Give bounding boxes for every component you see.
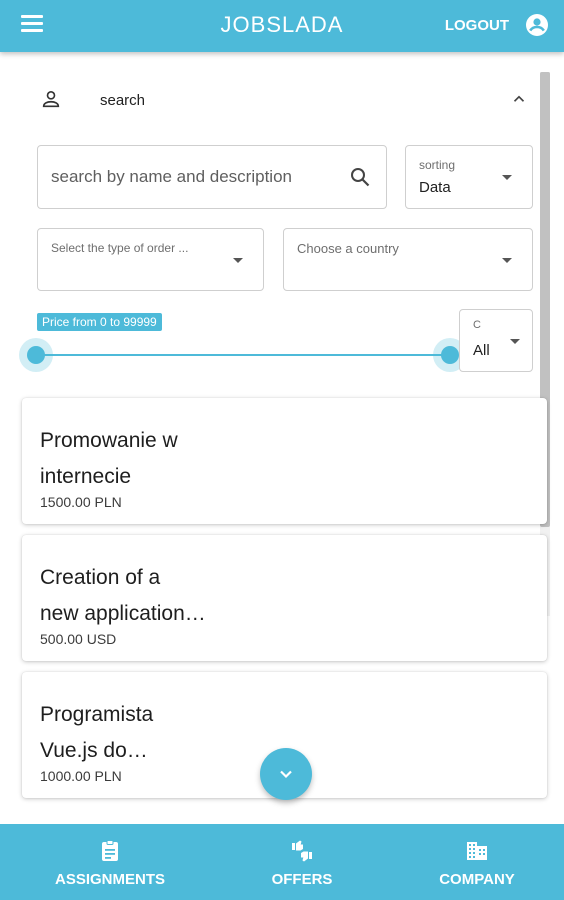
logout-button[interactable]: LOGOUT	[445, 17, 509, 34]
sorting-select[interactable]: sorting Data	[405, 145, 533, 209]
offer-title: Promowanie w internecie	[40, 429, 178, 488]
price-range-label: Price from 0 to 99999	[37, 313, 162, 331]
bottom-navigation: ASSIGNMENTS OFFERS COMPANY	[0, 824, 564, 900]
price-min-handle[interactable]	[19, 338, 53, 372]
dropdown-arrow-icon	[502, 175, 512, 180]
country-select[interactable]: Choose a country	[283, 228, 533, 291]
offer-price: 500.00 USD	[40, 631, 117, 647]
currency-label: C	[473, 319, 481, 331]
price-range-slider[interactable]	[37, 354, 449, 356]
order-type-placeholder: Select the type of order ...	[51, 241, 189, 255]
order-type-select[interactable]: Select the type of order ...	[37, 228, 264, 291]
offer-card[interactable]: Promowanie w internecie 1500.00 PLN	[22, 398, 547, 524]
account-circle-icon[interactable]	[525, 13, 549, 37]
chevron-up-icon[interactable]	[510, 90, 528, 108]
nav-offers[interactable]: OFFERS	[232, 824, 372, 900]
search-icon[interactable]	[348, 165, 372, 189]
country-placeholder: Choose a country	[297, 241, 399, 256]
search-panel-label: search	[100, 92, 146, 109]
dropdown-arrow-icon	[502, 258, 512, 263]
search-panel-header[interactable]: search	[22, 68, 532, 130]
sorting-label: sorting	[419, 158, 456, 172]
nav-offers-label: OFFERS	[271, 871, 333, 888]
search-input-placeholder: search by name and description	[51, 167, 292, 186]
offer-title: Programista Vue.js do…	[40, 703, 154, 762]
thumbs-icon	[292, 840, 312, 862]
person-icon	[42, 91, 60, 108]
clipboard-icon	[102, 840, 118, 861]
scroll-down-button[interactable]	[260, 748, 312, 800]
nav-assignments-label: ASSIGNMENTS	[54, 871, 165, 888]
currency-value: All	[473, 342, 490, 359]
currency-select[interactable]: C All	[459, 309, 533, 372]
search-input[interactable]: search by name and description	[37, 145, 387, 209]
offer-card[interactable]: Creation of a new application… 500.00 US…	[22, 535, 547, 661]
building-icon	[467, 842, 487, 860]
offer-price: 1000.00 PLN	[40, 768, 122, 784]
nav-company-label: COMPANY	[439, 871, 515, 888]
offer-price: 1500.00 PLN	[40, 494, 122, 510]
chevron-down-icon	[280, 770, 292, 779]
app-bar: JOBSLADA LOGOUT	[0, 0, 564, 52]
nav-company[interactable]: COMPANY	[407, 824, 547, 900]
dropdown-arrow-icon	[510, 339, 520, 344]
nav-assignments[interactable]: ASSIGNMENTS	[40, 824, 180, 900]
sorting-value: Data	[419, 179, 451, 196]
dropdown-arrow-icon	[233, 258, 243, 263]
offer-title: Creation of a new application…	[40, 566, 206, 625]
